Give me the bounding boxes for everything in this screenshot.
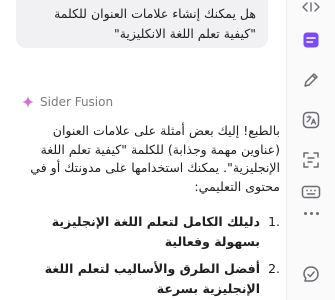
grammar-icon (303, 266, 319, 282)
user-message-line: "كيفية تعلم اللغة الانكليزية" (113, 26, 256, 41)
sidebar (286, 0, 335, 300)
sider-panel: هل يمكنك إنشاء علامات العنوان للكلمة "كي… (0, 0, 335, 300)
sidebar-item-ocr[interactable] (295, 144, 327, 176)
keyboard-icon (301, 185, 321, 199)
list-item: 2. أفضل الطرق والأساليب لتعلم اللغة الإن… (18, 259, 280, 298)
assistant-name: Sider Fusion (40, 95, 114, 109)
user-message-bubble: هل يمكنك إنشاء علامات العنوان للكلمة "كي… (16, 0, 268, 48)
chat-pane: هل يمكنك إنشاء علامات العنوان للكلمة "كي… (0, 0, 286, 300)
sidebar-item-translate[interactable] (295, 104, 327, 136)
more-icon (303, 211, 307, 215)
assistant-header: Sider Fusion (22, 94, 113, 110)
translate-icon (302, 111, 320, 129)
list-item-number: 1. (268, 214, 280, 229)
user-message-line: هل يمكنك إنشاء علامات العنوان للكلمة (54, 6, 256, 21)
more-icon (309, 211, 313, 215)
list-item-text: أفضل الطرق والأساليب لتعلم اللغة الإنجلي… (44, 261, 260, 296)
assistant-answer: بالطبع! إليك بعض أمثلة على علامات العنوا… (18, 122, 280, 300)
answer-intro: بالطبع! إليك بعض أمثلة على علامات العنوا… (30, 123, 280, 194)
write-icon (304, 73, 318, 87)
list-item: 1. دليلك الكامل لتعلم اللغة الإنجليزية ب… (18, 212, 280, 251)
ocr-scan-icon (303, 152, 319, 168)
answer-list: 1. دليلك الكامل لتعلم اللغة الإنجليزية ب… (18, 212, 280, 298)
expand-arrows-icon (302, 2, 320, 12)
sidebar-item-grammar[interactable] (295, 258, 327, 290)
more-icon (315, 211, 319, 215)
more-button[interactable] (295, 203, 327, 223)
list-item-number: 2. (268, 261, 280, 276)
sidebar-item-write[interactable] (295, 64, 327, 96)
chat-icon (303, 32, 319, 48)
sparkle-icon (22, 96, 34, 108)
expand-toggle-button[interactable] (300, 1, 322, 13)
sidebar-item-chat[interactable] (295, 24, 327, 56)
list-item-text: دليلك الكامل لتعلم اللغة الإنجليزية بسهو… (51, 214, 260, 249)
